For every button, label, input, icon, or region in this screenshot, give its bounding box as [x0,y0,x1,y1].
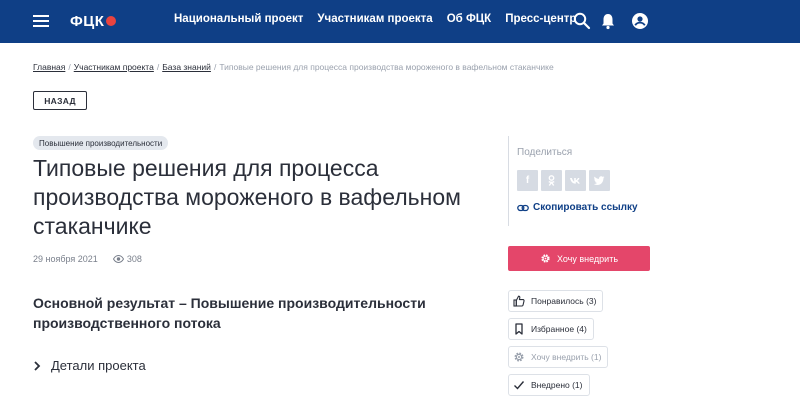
menu-icon[interactable] [33,14,49,28]
breadcrumb: Главная / Участникам проекта / База знаний / Т… [33,62,554,72]
share-divider [508,136,509,226]
like-button[interactable]: Понравилось (3) [508,290,604,312]
vk-icon[interactable] [565,170,586,191]
back-button[interactable]: НАЗАД [33,91,87,110]
main-nav: Национальный проект Участникам проекта О… [174,13,576,25]
like-label: Понравилось (3) [531,296,597,306]
views-count: 308 [126,254,142,264]
eye-icon [112,255,124,263]
breadcrumb-knowledge-base[interactable]: База знаний [162,62,211,72]
copy-link-button[interactable]: Скопировать ссылку [517,202,638,213]
link-icon [517,204,529,211]
nav-national-project[interactable]: Национальный проект [174,13,303,25]
breadcrumb-participants[interactable]: Участникам проекта [74,62,154,72]
gear-icon [541,254,550,263]
copy-link-label: Скопировать ссылку [533,202,638,213]
logo-mark-icon [106,16,117,26]
bookmark-icon [515,323,523,335]
social-share-buttons: f [517,170,610,191]
breadcrumb-current: Типовые решения для процесса производств… [219,62,554,72]
main-result-heading: Основной результат – Повышение производи… [33,295,426,331]
article-meta: 29 ноября 2021 308 [33,254,142,264]
nav-participants[interactable]: Участникам проекта [317,13,432,25]
logo[interactable]: ФЦК [70,11,117,31]
search-icon[interactable] [572,11,592,31]
implemented-label: Внедрено (1) [531,380,583,390]
top-header: ФЦК Национальный проект Участникам проек… [0,0,800,43]
thumbs-up-icon [513,295,525,307]
chevron-right-icon [34,360,41,371]
page-title: Типовые решения для процесса производств… [33,155,461,239]
category-tag[interactable]: Повышение производительности [33,136,169,150]
implemented-button[interactable]: Внедрено (1) [508,374,590,396]
publish-date: 29 ноября 2021 [33,254,98,264]
want-implement-count-label: Хочу внедрить (1) [531,352,602,362]
details-label: Детали проекта [51,358,146,373]
want-implement-count-button[interactable]: Хочу внедрить (1) [508,346,609,368]
project-details-toggle[interactable]: Детали проекта [33,358,146,373]
logo-text: ФЦК [70,12,105,30]
favorites-label: Избранное (4) [531,324,587,334]
breadcrumb-home[interactable]: Главная [33,62,65,72]
nav-about[interactable]: Об ФЦК [447,13,491,25]
want-implement-button[interactable]: Хочу внедрить [508,246,650,271]
gear-icon [514,352,524,362]
want-implement-label: Хочу внедрить [556,253,619,264]
twitter-icon[interactable] [589,170,610,191]
views-counter: 308 [112,254,142,264]
odnoklassniki-icon[interactable] [541,170,562,191]
bell-icon[interactable] [598,11,618,31]
checkmark-icon [514,381,525,390]
favorites-button[interactable]: Избранное (4) [508,318,594,340]
share-label: Поделиться [517,147,573,158]
account-icon[interactable] [630,11,650,31]
nav-press-center[interactable]: Пресс-центр [505,13,576,25]
facebook-icon[interactable]: f [517,170,538,191]
